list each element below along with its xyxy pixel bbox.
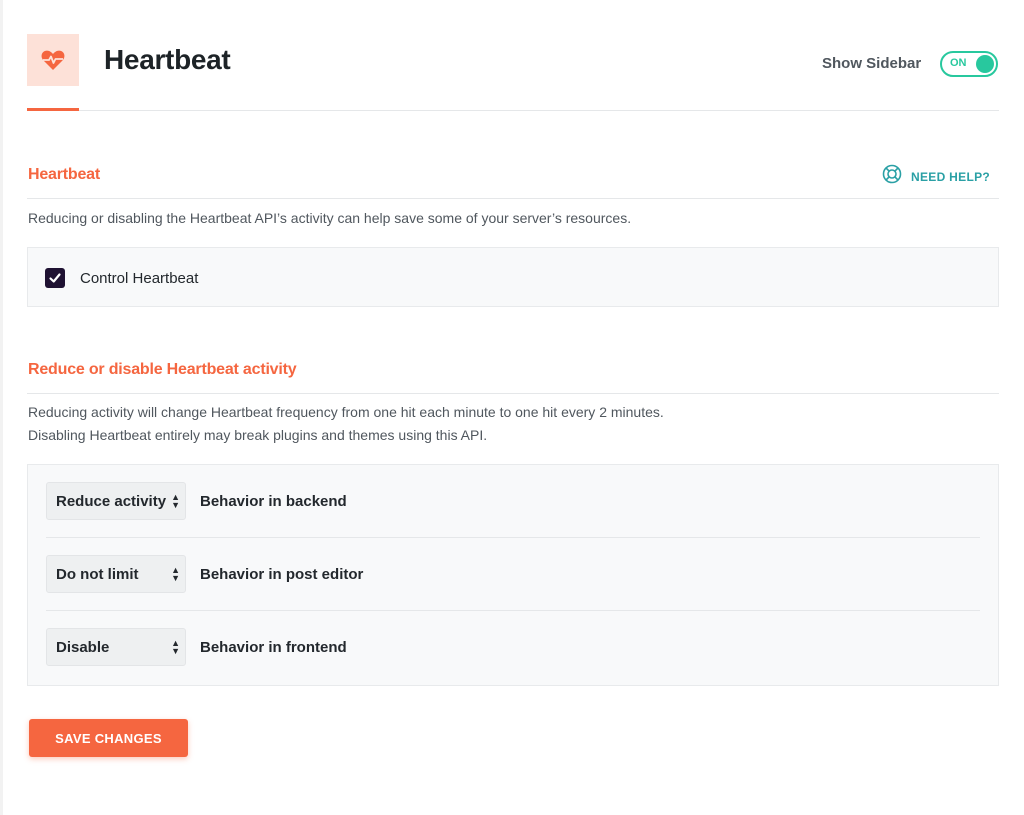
- page-title: Heartbeat: [104, 44, 231, 75]
- lifebuoy-icon: [882, 164, 902, 189]
- section-divider: [27, 393, 999, 394]
- select-value: Disable: [56, 638, 110, 656]
- behavior-row-backend: Reduce activity ▲ ▼ Behavior in backend: [46, 465, 980, 538]
- control-heartbeat-label: Control Heartbeat: [80, 269, 199, 287]
- select-value: Do not limit: [56, 565, 139, 583]
- control-heartbeat-panel: Control Heartbeat: [27, 247, 999, 307]
- save-changes-button[interactable]: SAVE CHANGES: [29, 719, 188, 757]
- heartbeat-icon: [27, 34, 79, 86]
- backend-behavior-select[interactable]: Reduce activity ▲ ▼: [46, 482, 186, 520]
- post-editor-behavior-select[interactable]: Do not limit ▲ ▼: [46, 555, 186, 593]
- select-arrows-icon: ▲ ▼: [171, 492, 180, 510]
- post-editor-behavior-label: Behavior in post editor: [200, 565, 364, 583]
- toggle-knob: [976, 55, 994, 73]
- select-value: Reduce activity: [56, 492, 167, 510]
- control-heartbeat-checkbox[interactable]: [45, 268, 65, 288]
- checkmark-icon: [49, 273, 61, 283]
- select-arrows-icon: ▲ ▼: [171, 565, 180, 583]
- page: Heartbeat Show Sidebar ON Heartbeat NEED…: [0, 0, 1024, 815]
- need-help-label: NEED HELP?: [911, 169, 991, 184]
- behavior-row-frontend: Disable ▲ ▼ Behavior in frontend: [46, 611, 980, 683]
- page-header: Heartbeat Show Sidebar ON: [27, 0, 999, 111]
- control-heartbeat-option[interactable]: Control Heartbeat: [45, 268, 198, 288]
- show-sidebar-label: Show Sidebar: [822, 55, 922, 72]
- activity-description-line-1: Reducing activity will change Heartbeat …: [28, 404, 664, 420]
- activity-description-line-2: Disabling Heartbeat entirely may break p…: [28, 427, 488, 443]
- select-arrows-icon: ▲ ▼: [171, 638, 180, 656]
- behavior-settings-panel: Reduce activity ▲ ▼ Behavior in backend D…: [27, 464, 999, 686]
- need-help-link[interactable]: NEED HELP?: [882, 164, 990, 189]
- show-sidebar-toggle[interactable]: ON: [940, 51, 998, 77]
- left-edge-divider: [0, 0, 3, 815]
- frontend-behavior-label: Behavior in frontend: [200, 638, 347, 656]
- heartbeat-description: Reducing or disabling the Heartbeat API’…: [28, 210, 632, 226]
- frontend-behavior-select[interactable]: Disable ▲ ▼: [46, 628, 186, 666]
- toggle-state-text: ON: [950, 57, 967, 69]
- backend-behavior-label: Behavior in backend: [200, 492, 347, 510]
- save-changes-label: SAVE CHANGES: [55, 730, 162, 746]
- heartbeat-section-title: Heartbeat: [28, 166, 101, 183]
- active-tab-indicator: [27, 108, 79, 111]
- section-divider: [27, 198, 999, 199]
- activity-section-title: Reduce or disable Heartbeat activity: [28, 361, 297, 378]
- behavior-row-post-editor: Do not limit ▲ ▼ Behavior in post editor: [46, 538, 980, 611]
